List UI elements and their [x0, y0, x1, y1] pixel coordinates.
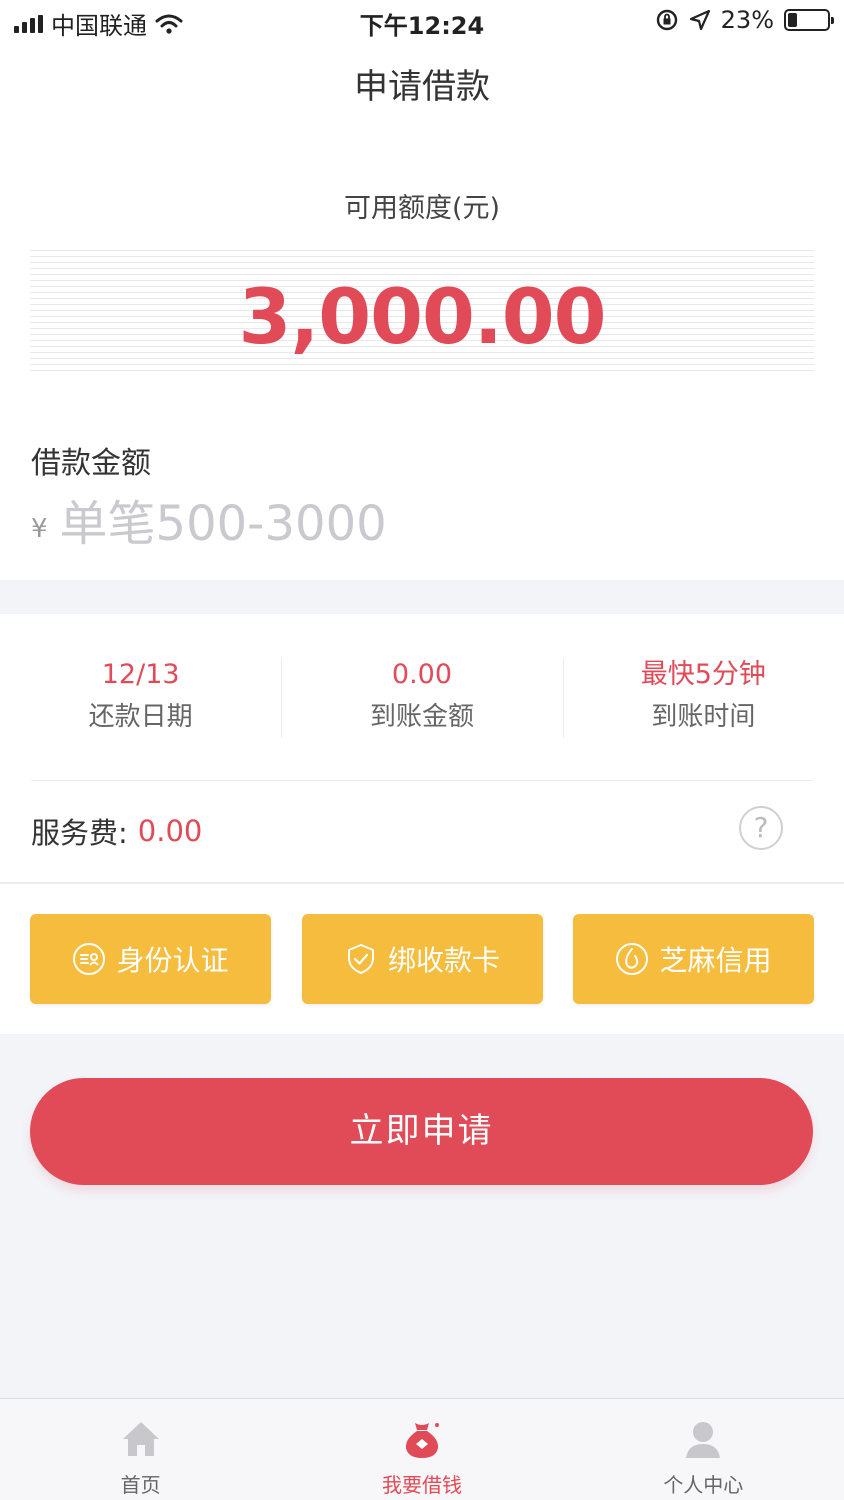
- status-right: 23%: [655, 6, 834, 34]
- stat-received-amount: 0.00 到账金额: [281, 654, 562, 740]
- battery-icon: [784, 9, 834, 31]
- apply-now-button[interactable]: 立即申请: [30, 1078, 813, 1185]
- bind-card-button[interactable]: 绑收款卡: [301, 914, 543, 1004]
- info-card: 12/13 还款日期 0.00 到账金额 最快5分钟 到账时间 服务费: 0.0…: [0, 614, 844, 1034]
- id-card-icon: [73, 943, 106, 975]
- nav-title: 申请借款: [0, 44, 844, 130]
- cert-label: 芝麻信用: [659, 944, 772, 977]
- tab-borrow[interactable]: 我要借钱: [281, 1399, 562, 1500]
- status-bar: 中国联通 下午12:24 23%: [0, 0, 844, 44]
- stat-label: 到账金额: [369, 702, 474, 732]
- tab-bar: 首页 我要借钱 个人中心: [0, 1398, 844, 1500]
- sesame-credit-button[interactable]: 芝麻信用: [573, 914, 814, 1004]
- tab-label: 首页: [120, 1473, 161, 1497]
- stat-value: 12/13: [101, 659, 180, 690]
- home-icon: [122, 1422, 159, 1456]
- stat-repay-date: 12/13 还款日期: [0, 654, 281, 740]
- stat-arrival-time: 最快5分钟 到账时间: [562, 654, 844, 740]
- stat-value: 0.00: [391, 659, 453, 690]
- available-quota-amount: 3,000.00: [238, 272, 606, 361]
- sesame-icon: [616, 943, 649, 975]
- tab-profile[interactable]: 个人中心: [563, 1399, 844, 1500]
- loan-stats: 12/13 还款日期 0.00 到账金额 最快5分钟 到账时间: [0, 654, 844, 740]
- location-icon: [689, 9, 710, 31]
- user-icon: [686, 1422, 721, 1458]
- quota-card: 可用额度(元) 3,000.00 借款金额 ¥: [0, 130, 844, 580]
- cert-label: 身份认证: [116, 944, 229, 977]
- currency-symbol: ¥: [31, 514, 48, 544]
- certification-row: 身份认证 绑收款卡 芝麻信用: [30, 914, 814, 1004]
- service-fee-label: 服务费:: [31, 816, 128, 850]
- service-fee-value: 0.00: [137, 814, 203, 848]
- battery-percent: 23%: [720, 6, 774, 34]
- identity-verification-button[interactable]: 身份认证: [30, 914, 271, 1004]
- tab-home[interactable]: 首页: [0, 1399, 281, 1500]
- cert-label: 绑收款卡: [387, 944, 500, 977]
- shield-icon: [347, 944, 374, 974]
- stat-value: 最快5分钟: [640, 659, 766, 690]
- loan-amount-title: 借款金额: [31, 446, 151, 481]
- loan-amount-input[interactable]: [59, 496, 760, 552]
- rotation-lock-icon: [656, 9, 677, 31]
- tab-label: 个人中心: [663, 1473, 744, 1497]
- divider: [31, 780, 813, 781]
- tab-label: 我要借钱: [381, 1473, 462, 1497]
- battery-fill: [788, 13, 797, 27]
- money-bag-icon: [405, 1423, 439, 1458]
- available-quota-label: 可用额度(元): [343, 193, 501, 224]
- divider: [0, 882, 844, 884]
- stat-label: 还款日期: [88, 702, 193, 732]
- help-icon[interactable]: ?: [739, 806, 783, 850]
- service-fee-row: 服务费: 0.00 ?: [31, 806, 813, 856]
- loan-amount-row: ¥: [31, 492, 811, 556]
- stat-label: 到账时间: [651, 702, 756, 732]
